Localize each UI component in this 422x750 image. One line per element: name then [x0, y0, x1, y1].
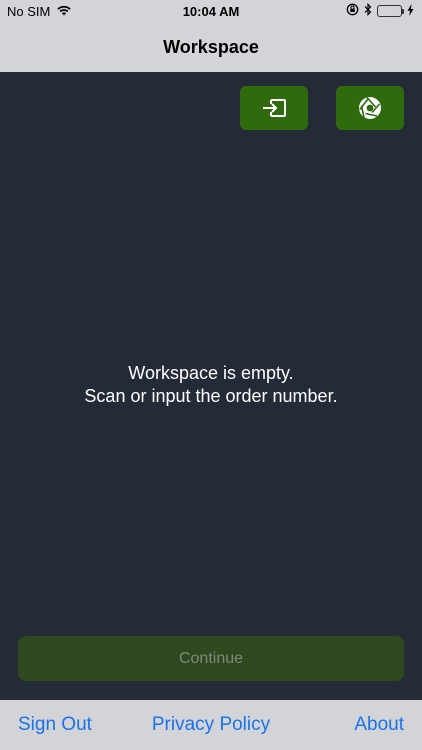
rotation-lock-icon — [346, 3, 359, 19]
sign-out-link[interactable]: Sign Out — [18, 714, 92, 736]
manual-input-button[interactable] — [240, 86, 308, 130]
status-right — [346, 3, 414, 19]
camera-aperture-icon — [358, 96, 382, 120]
workspace-area: Workspace is empty. Scan or input the or… — [0, 72, 422, 700]
charging-bolt-icon — [407, 3, 414, 19]
status-bar: No SIM 10:04 AM — [0, 0, 422, 24]
navigation-bar: Workspace — [0, 24, 422, 72]
bluetooth-icon — [364, 3, 372, 19]
empty-state-line-1: Workspace is empty. — [128, 363, 294, 383]
scan-camera-button[interactable] — [336, 86, 404, 130]
empty-state-message: Workspace is empty. Scan or input the or… — [0, 362, 422, 408]
empty-state-line-2: Scan or input the order number. — [84, 386, 338, 406]
continue-button[interactable]: Continue — [18, 636, 404, 681]
battery-cap — [402, 9, 404, 14]
page-title: Workspace — [163, 37, 259, 57]
about-link[interactable]: About — [354, 714, 404, 736]
battery-icon — [377, 5, 404, 17]
bottom-toolbar: Privacy Policy Sign Out About — [0, 700, 422, 750]
keyboard-input-icon — [261, 97, 287, 119]
